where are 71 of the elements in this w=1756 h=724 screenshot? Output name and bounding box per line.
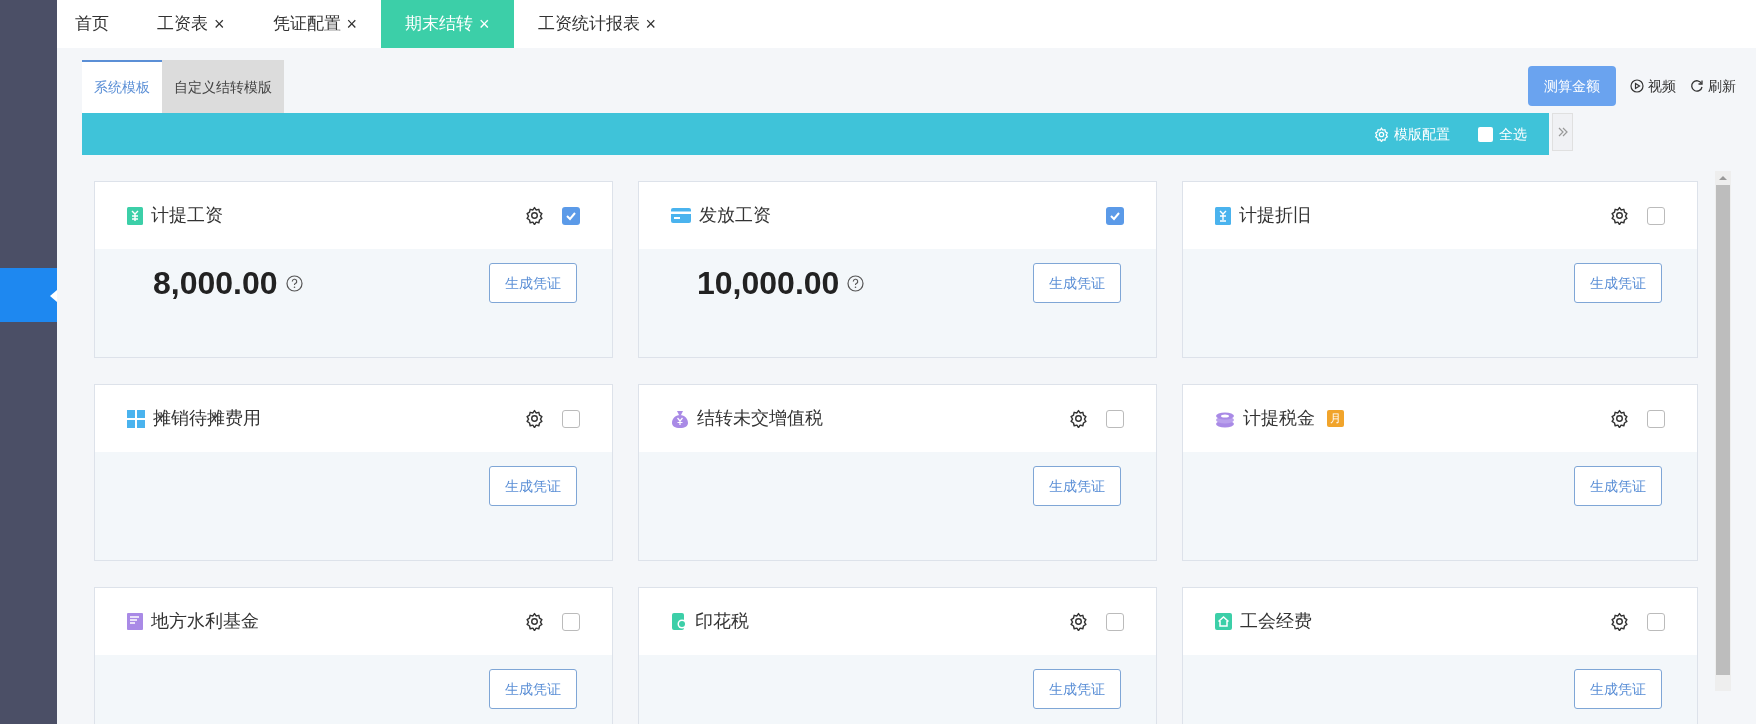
card-title: 发放工资 [699,204,771,227]
select-all-checkbox[interactable]: 全选 [1478,123,1527,145]
card-title: 印花税 [695,610,749,633]
money-bag-icon [671,409,689,428]
card-checkbox[interactable] [1106,612,1124,631]
close-icon[interactable]: × [346,10,358,38]
card-checkbox[interactable] [1106,206,1124,225]
settings-icon[interactable] [525,206,544,225]
card-title: 地方水利基金 [151,610,259,633]
generate-voucher-button[interactable]: 生成凭证 [1033,466,1121,506]
tab[interactable]: 工资统计报表 × [513,0,681,48]
amount: 10,000.00 [697,264,840,303]
refresh-icon [1690,79,1704,93]
settings-icon[interactable] [525,409,544,428]
card-checkbox[interactable] [562,612,580,631]
play-icon [1630,79,1644,93]
document-icon [1215,206,1231,225]
refresh-link[interactable]: 刷新 [1690,75,1736,97]
payroll-icon [127,206,143,225]
card-title: 结转未交增值税 [697,407,823,430]
video-link[interactable]: 视频 [1630,75,1676,97]
scroll-up-icon [1718,174,1728,182]
tiles-icon [127,409,145,428]
card-title: 计提工资 [151,204,223,227]
card-title: 摊销待摊费用 [153,407,261,430]
month-badge: 月 [1327,410,1344,427]
generate-voucher-button[interactable]: 生成凭证 [1574,466,1662,506]
tab[interactable]: 工资表 × [133,0,249,48]
generate-voucher-button[interactable]: 生成凭证 [489,466,577,506]
stamp-icon [671,613,687,630]
calculate-button[interactable]: 测算金额 [1528,66,1616,106]
card-icon [671,208,691,223]
generate-voucher-button[interactable]: 生成凭证 [489,263,577,303]
card-checkbox[interactable] [562,409,580,428]
close-icon[interactable]: × [479,10,490,38]
card-title: 计提税金 [1243,407,1315,430]
generate-voucher-button[interactable]: 生成凭证 [1574,669,1662,709]
generate-voucher-button[interactable]: 生成凭证 [1033,263,1121,303]
scrollbar-thumb[interactable] [1716,185,1730,675]
settings-icon[interactable] [525,612,544,631]
collapse-panel-button[interactable] [1552,113,1573,151]
card-checkbox[interactable] [1647,612,1665,631]
tab[interactable]: 期末结转 × [381,0,514,48]
template-tab[interactable]: 自定义结转模版 [162,60,284,113]
settings-icon[interactable] [1069,409,1088,428]
generate-voucher-button[interactable]: 生成凭证 [489,669,577,709]
amount: 8,000.00 [153,264,278,303]
tab[interactable]: 首页 [69,0,133,48]
settings-icon[interactable] [1610,409,1629,428]
card-checkbox[interactable] [562,206,580,225]
settings-icon[interactable] [1069,612,1088,631]
close-icon[interactable]: × [645,10,657,38]
help-icon[interactable] [285,274,303,292]
generate-voucher-button[interactable]: 生成凭证 [1033,669,1121,709]
double-chevron-icon [1556,126,1569,138]
gear-icon [1374,126,1389,142]
settings-icon[interactable] [1610,206,1629,225]
card-checkbox[interactable] [1647,206,1665,225]
close-icon[interactable]: × [214,10,225,38]
card-title: 计提折旧 [1239,204,1311,227]
house-icon [1215,613,1232,630]
template-config-link[interactable]: 模版配置 [1374,123,1450,145]
generate-voucher-button[interactable]: 生成凭证 [1574,263,1662,303]
card-checkbox[interactable] [1647,409,1665,428]
settings-icon[interactable] [1610,612,1629,631]
template-tab[interactable]: 系统模板 [82,60,162,113]
tab[interactable]: 凭证配置 × [248,0,382,48]
document-icon [127,613,143,630]
help-icon[interactable] [847,274,865,292]
card-checkbox[interactable] [1106,409,1124,428]
card-title: 工会经费 [1240,610,1312,633]
